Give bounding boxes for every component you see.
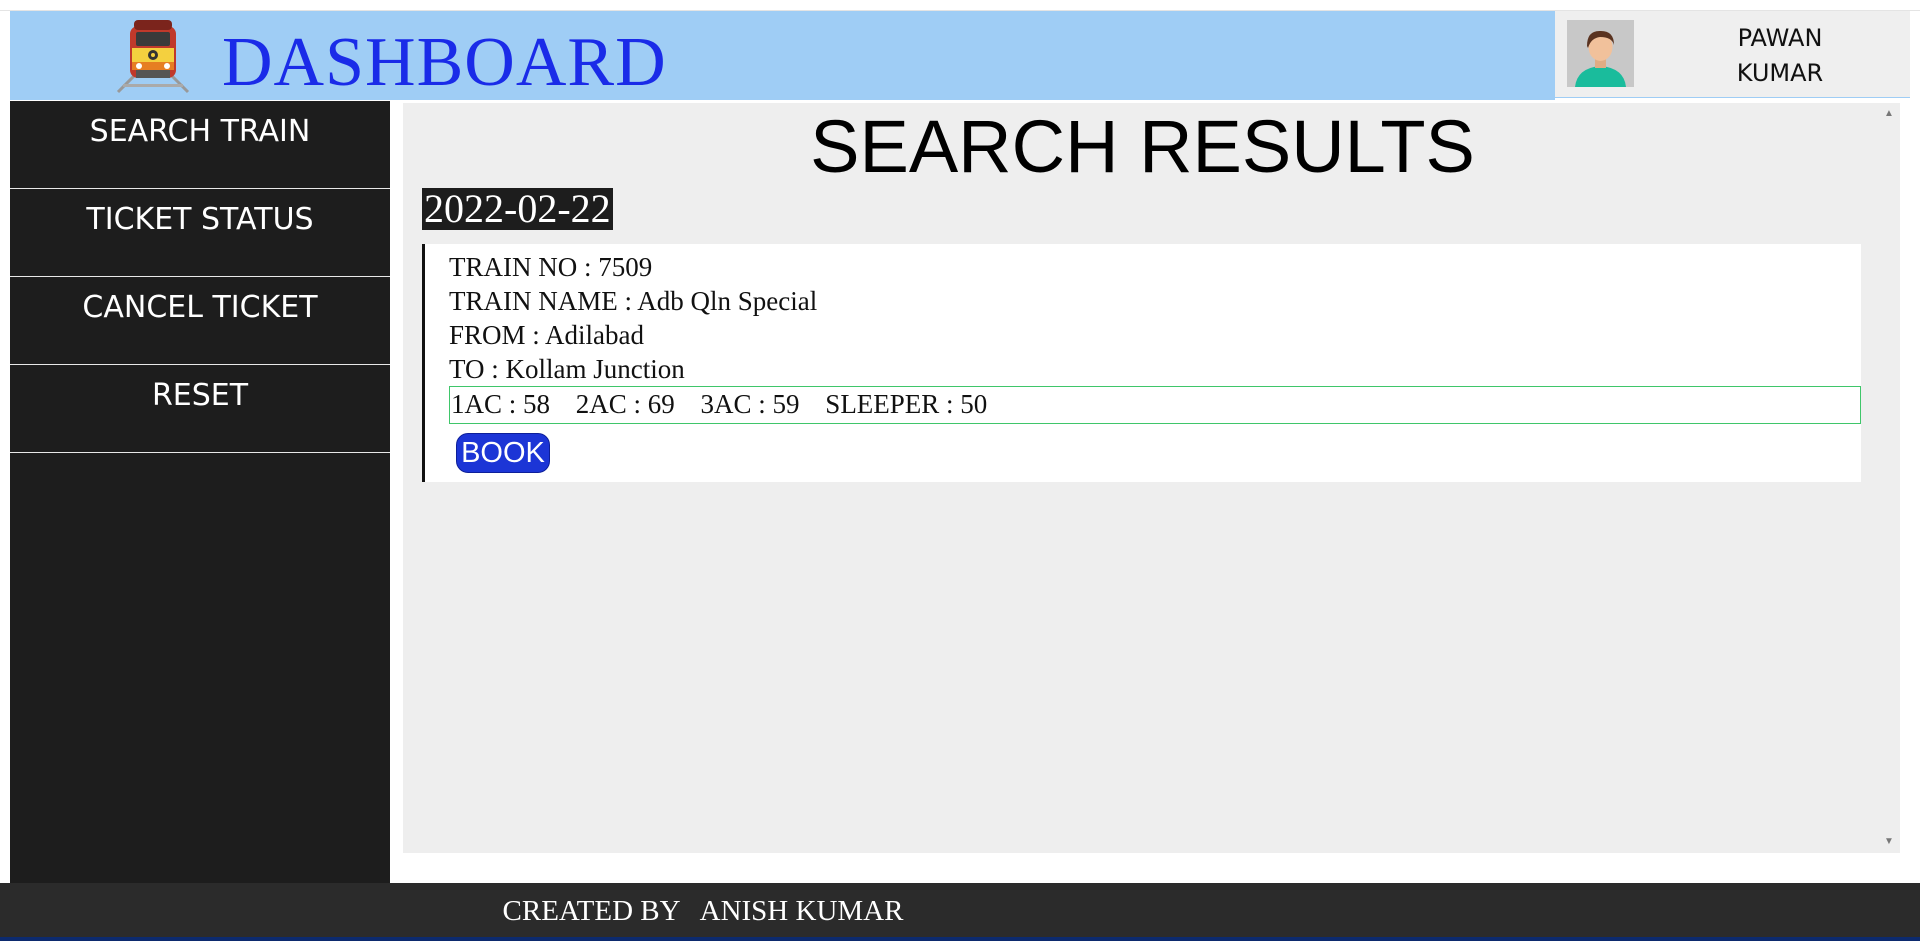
main-panel: ▲ ▼ SEARCH RESULTS 2022-02-22 TRAIN NO :… <box>403 103 1900 853</box>
scroll-up-arrow-icon[interactable]: ▲ <box>1882 107 1896 121</box>
seat-availability: 1AC : 58 2AC : 69 3AC : 59 SLEEPER : 50 <box>449 386 1861 424</box>
user-name: PAWAN KUMAR <box>1705 21 1855 91</box>
header-bar: DASHBOARD <box>10 11 1555 101</box>
sidebar: SEARCH TRAIN TICKET STATUS CANCEL TICKET… <box>10 101 390 883</box>
sidebar-item-ticket-status[interactable]: TICKET STATUS <box>10 189 390 277</box>
dashboard-page: DASHBOARD PAWAN KUMAR SEARCH TRAIN TICKE… <box>0 0 1920 941</box>
dashboard-title: DASHBOARD <box>222 24 667 101</box>
user-first-name: PAWAN <box>1737 24 1823 52</box>
page-title: SEARCH RESULTS <box>810 105 1475 188</box>
user-profile[interactable]: PAWAN KUMAR <box>1555 11 1910 98</box>
scroll-down-arrow-icon[interactable]: ▼ <box>1882 835 1896 849</box>
seats-sleeper: SLEEPER : 50 <box>825 389 988 419</box>
sidebar-item-reset[interactable]: RESET <box>10 365 390 453</box>
seats-3ac: 3AC : 59 <box>700 389 800 419</box>
train-name: TRAIN NAME : Adb Qln Special <box>449 286 818 316</box>
sidebar-item-cancel-ticket[interactable]: CANCEL TICKET <box>10 277 390 365</box>
seats-1ac: 1AC : 58 <box>451 389 551 419</box>
user-avatar-icon <box>1567 20 1634 87</box>
train-to: TO : Kollam Junction <box>449 354 685 384</box>
train-icon <box>108 14 198 94</box>
train-result-card: TRAIN NO : 7509 TRAIN NAME : Adb Qln Spe… <box>422 244 1861 482</box>
footer-credit: CREATED BY ANISH KUMAR <box>502 895 904 927</box>
train-from: FROM : Adilabad <box>449 320 645 350</box>
train-number: TRAIN NO : 7509 <box>449 252 653 282</box>
book-button[interactable]: BOOK <box>456 433 550 473</box>
seats-2ac: 2AC : 69 <box>575 389 675 419</box>
user-last-name: KUMAR <box>1736 59 1824 87</box>
search-date: 2022-02-22 <box>422 186 613 231</box>
footer: CREATED BY ANISH KUMAR <box>0 883 1920 941</box>
sidebar-item-search-train[interactable]: SEARCH TRAIN <box>10 101 390 189</box>
top-border <box>0 0 1920 11</box>
